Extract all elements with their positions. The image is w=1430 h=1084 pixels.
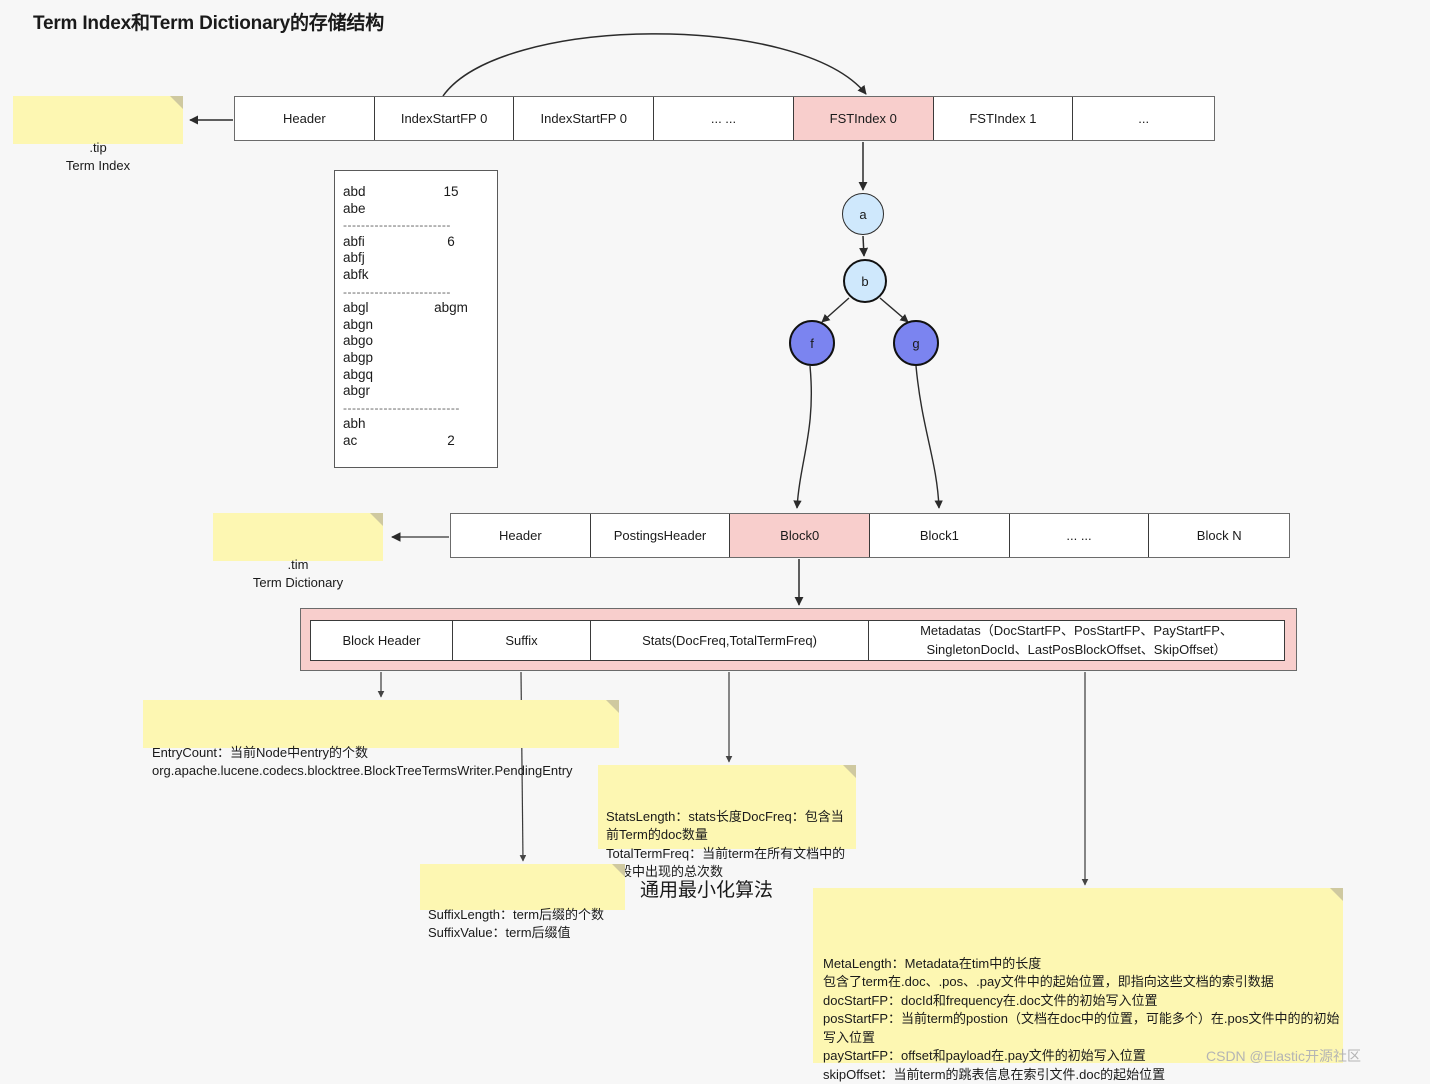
term-text: abh bbox=[343, 416, 366, 432]
block-detail-table: Block Header Suffix Stats(DocFreq,TotalT… bbox=[310, 620, 1285, 661]
tip-cell-indexstartfp-0[interactable]: IndexStartFP 0 bbox=[374, 97, 515, 140]
tim-cell-block0[interactable]: Block0 bbox=[730, 514, 871, 557]
tim-cell-postingsheader[interactable]: PostingsHeader bbox=[590, 514, 731, 557]
tip-cell-header[interactable]: Header bbox=[235, 97, 375, 140]
arrow-node-b-to-f bbox=[821, 297, 850, 323]
note-stats-length: StatsLength：stats长度DocFreq：包含当前Term的doc数… bbox=[598, 765, 856, 879]
note-fold-corner-icon bbox=[170, 96, 183, 109]
term-list-item: ac 2 bbox=[343, 433, 497, 450]
term-list-separator: ------------------------ bbox=[343, 284, 451, 299]
note-tim-text: .tim Term Dictionary bbox=[252, 556, 344, 591]
arrow-node-f-to-block0 bbox=[793, 365, 813, 509]
note-fold-corner-icon bbox=[612, 864, 625, 877]
term-list-item: abfi 6 bbox=[343, 234, 497, 251]
fst-node-a[interactable]: a bbox=[842, 193, 884, 235]
note-entry-count: EntryCount：当前Node中entry的个数 org.apache.lu… bbox=[143, 700, 619, 778]
term-text: abgq bbox=[343, 366, 374, 382]
fst-node-b[interactable]: b bbox=[843, 259, 887, 303]
term-value bbox=[421, 201, 481, 218]
note-tim-term-dictionary: .tim Term Dictionary bbox=[213, 513, 383, 590]
note-fold-corner-icon bbox=[843, 765, 856, 778]
tim-cell-block1[interactable]: Block1 bbox=[870, 514, 1010, 557]
term-value: abgm bbox=[434, 300, 468, 316]
page-title: Term Index和Term Dictionary的存储结构 bbox=[33, 13, 384, 34]
term-text: abe bbox=[343, 200, 366, 216]
term-text: abfi bbox=[343, 233, 365, 249]
note-suffix-length: SuffixLength：term后缀的个数 SuffixValue：term后… bbox=[420, 864, 625, 940]
term-list-item: abe bbox=[343, 201, 497, 218]
term-value bbox=[421, 250, 481, 267]
term-list-item: abgn bbox=[343, 317, 497, 334]
term-text: abfj bbox=[343, 250, 365, 266]
term-value: 15 bbox=[443, 184, 459, 199]
tim-cell-blockn[interactable]: Block N bbox=[1149, 514, 1290, 557]
term-text: abgr bbox=[343, 383, 371, 399]
term-text: ac bbox=[343, 432, 358, 448]
term-text: abgl bbox=[343, 300, 369, 316]
term-list-item: abgl abgm bbox=[343, 300, 497, 317]
tim-structure-table: Header PostingsHeader Block0 Block1 ... … bbox=[450, 513, 1290, 558]
fst-node-g[interactable]: g bbox=[893, 320, 939, 366]
note-fold-corner-icon bbox=[1330, 888, 1343, 901]
term-value bbox=[421, 350, 481, 367]
term-list-separator: -------------------------- bbox=[343, 400, 460, 415]
term-list-separator: ------------------------ bbox=[343, 218, 451, 233]
diagram-canvas: Term Index和Term Dictionary的存储结构 Header I… bbox=[0, 0, 1430, 1082]
note-stats-text: StatsLength：stats长度DocFreq：包含当前Term的doc数… bbox=[606, 808, 846, 880]
arrow-node-a-to-b bbox=[859, 235, 869, 257]
note-tip-term-index: .tip Term Index bbox=[13, 96, 183, 173]
term-text: abd bbox=[343, 184, 366, 199]
term-list-item: abgo bbox=[343, 333, 497, 350]
arrow-node-b-to-g bbox=[879, 297, 909, 323]
term-text: abgp bbox=[343, 349, 374, 365]
block-cell-block-header[interactable]: Block Header bbox=[311, 621, 453, 660]
term-value bbox=[421, 367, 481, 384]
note-fold-corner-icon bbox=[606, 700, 619, 713]
term-value bbox=[421, 416, 481, 433]
term-text: abgn bbox=[343, 316, 374, 332]
tim-cell-ellipsis[interactable]: ... ... bbox=[1009, 514, 1150, 557]
arrow-node-g-to-block1 bbox=[915, 365, 943, 509]
fst-node-f[interactable]: f bbox=[789, 320, 835, 366]
tip-cell-ellipsis[interactable]: ... ... bbox=[654, 97, 794, 140]
note-entry-count-text: EntryCount：当前Node中entry的个数 org.apache.lu… bbox=[152, 744, 573, 779]
tip-cell-fstindex-0[interactable]: FSTIndex 0 bbox=[793, 97, 934, 140]
term-value bbox=[421, 333, 481, 350]
arrow-indexstartfp-to-fstindex bbox=[442, 33, 867, 97]
term-list-item: abgr bbox=[343, 383, 497, 400]
tip-structure-table: Header IndexStartFP 0 IndexStartFP 0 ...… bbox=[234, 96, 1215, 141]
tim-cell-header[interactable]: Header bbox=[451, 514, 591, 557]
tip-cell-more[interactable]: ... bbox=[1073, 97, 1215, 140]
term-list-item: abfj bbox=[343, 250, 497, 267]
term-value bbox=[421, 383, 481, 400]
term-list-item: abgq bbox=[343, 367, 497, 384]
block-cell-suffix[interactable]: Suffix bbox=[453, 621, 591, 660]
note-suffix-text: SuffixLength：term后缀的个数 SuffixValue：term后… bbox=[428, 906, 605, 941]
term-list-item: abgp bbox=[343, 350, 497, 367]
term-list-box: abd 15 abe ------------------------ abfi… bbox=[334, 170, 498, 468]
term-value bbox=[421, 267, 481, 284]
csdn-watermark: CSDN @Elastic开源社区 bbox=[1206, 1048, 1362, 1064]
tip-cell-indexstartfp-1[interactable]: IndexStartFP 0 bbox=[514, 97, 655, 140]
note-tip-text: .tip Term Index bbox=[65, 139, 131, 174]
term-list-item: abh bbox=[343, 416, 497, 433]
block-cell-stats[interactable]: Stats(DocFreq,TotalTermFreq) bbox=[591, 621, 869, 660]
term-value: 2 bbox=[447, 432, 455, 448]
term-text: abfk bbox=[343, 266, 369, 282]
term-text: abgo bbox=[343, 333, 374, 349]
tip-cell-fstindex-1[interactable]: FSTIndex 1 bbox=[933, 97, 1074, 140]
note-fold-corner-icon bbox=[370, 513, 383, 526]
term-value: 6 bbox=[447, 233, 455, 249]
term-list-item: abfk bbox=[343, 267, 497, 284]
note-meta-length: MetaLength：Metadata在tim中的长度 包含了term在.doc… bbox=[813, 888, 1343, 1082]
block-cell-metadatas[interactable]: Metadatas（DocStartFP、PosStartFP、PayStart… bbox=[869, 621, 1284, 660]
term-list-item: abd 15 bbox=[343, 184, 497, 201]
label-minimization-algorithm: 通用最小化算法 bbox=[640, 880, 774, 901]
term-value bbox=[421, 317, 481, 334]
